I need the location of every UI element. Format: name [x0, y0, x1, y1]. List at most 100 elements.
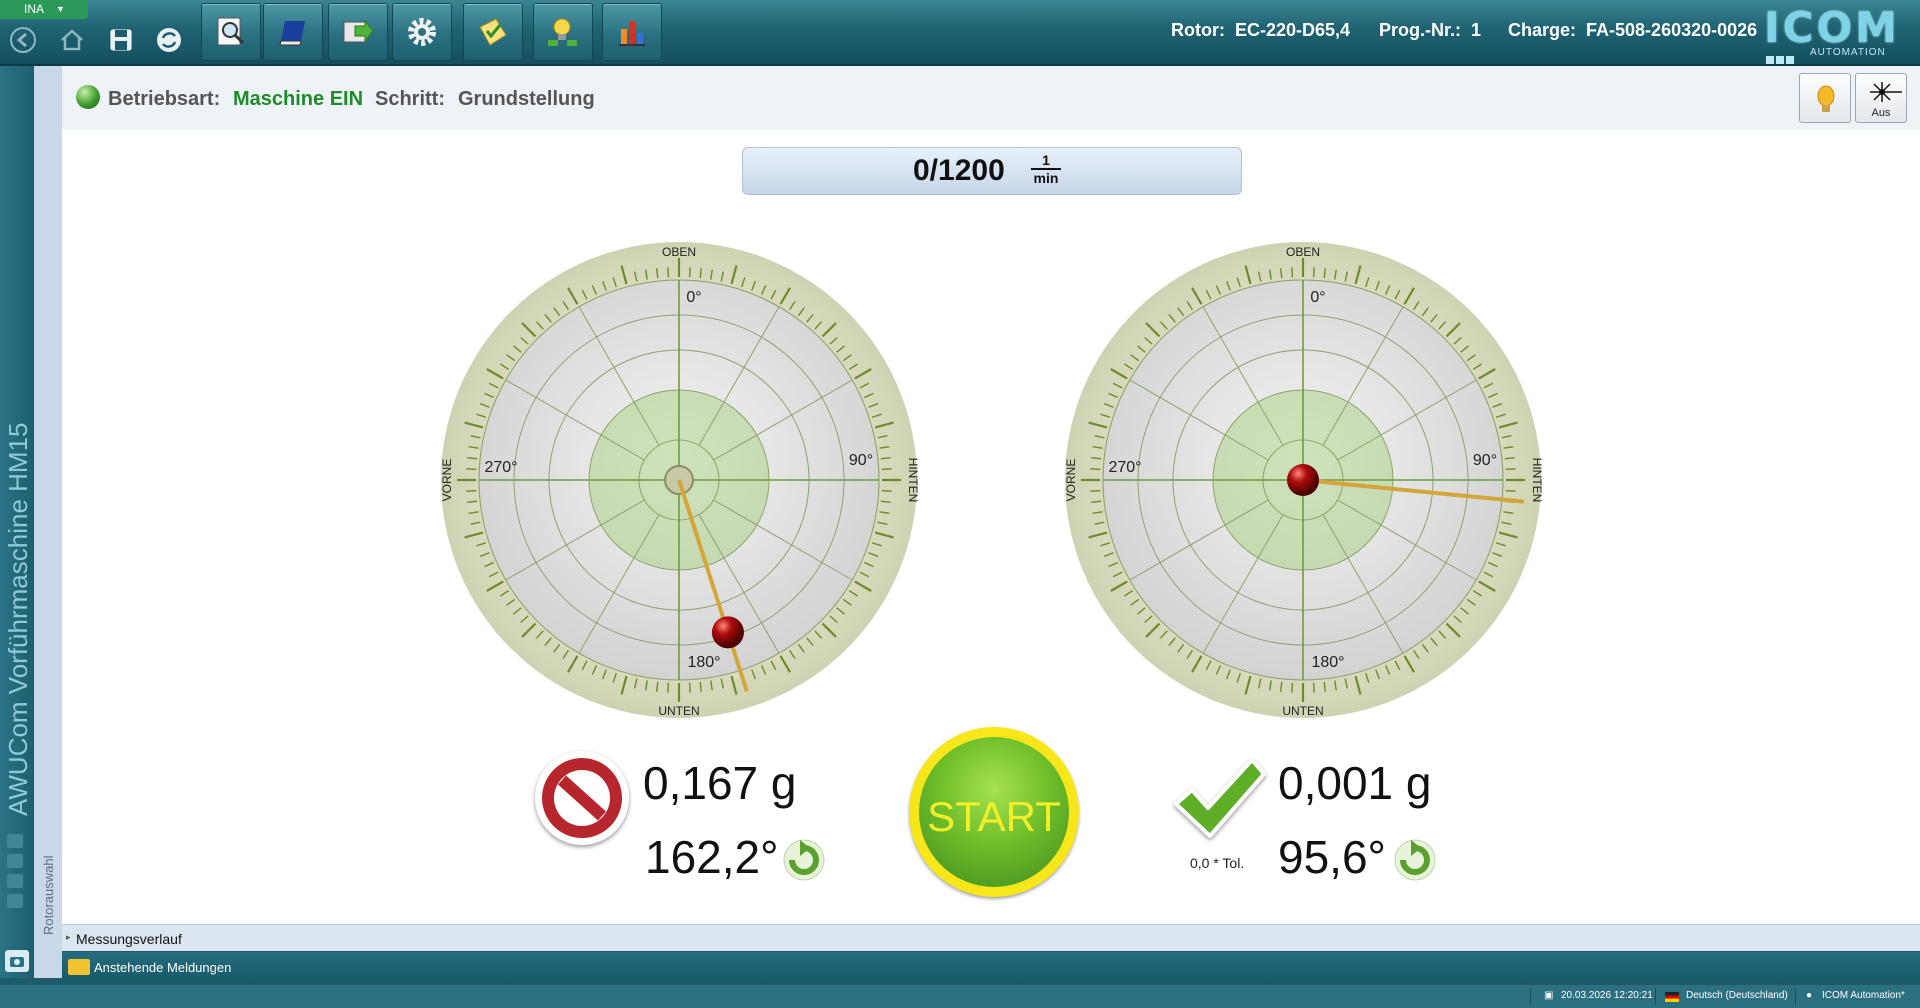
dial-tick	[466, 489, 477, 492]
manual-button[interactable]	[263, 3, 323, 61]
top-toolbar: INA ▼ Rotor: EC-220-D65,4 Prog.-Nr.: 1 C…	[0, 0, 1920, 66]
right-mass-value: 0,001 g	[1278, 757, 1432, 809]
program-info: Prog.-Nr.: 1	[1379, 20, 1481, 41]
unbalance-dial-right: OBEN UNTEN VORNE HINTEN 0° 90° 180° 270°	[1064, 242, 1543, 718]
camera-icon	[10, 957, 24, 967]
back-button[interactable]	[6, 23, 40, 57]
status-taskbar: ▣ 20.03.2026 12:20:21 Deutsch (Deutschla…	[0, 985, 1920, 1008]
label-0deg: 0°	[1310, 289, 1325, 306]
right-angle-value: 95,6°	[1278, 831, 1386, 883]
rotor-info: Rotor: EC-220-D65,4	[1171, 20, 1350, 41]
dial-tick	[466, 468, 477, 471]
logo-text: ICOM	[1764, 3, 1900, 52]
settings-gear-icon	[408, 18, 436, 46]
dial-tick	[1312, 267, 1315, 278]
sidebar-icon-a[interactable]	[7, 834, 23, 848]
chevron-down-icon: ▼	[56, 4, 65, 14]
label-bottom: UNTEN	[658, 704, 699, 718]
logged-in-user[interactable]: ICOM Automation*	[1822, 990, 1905, 1001]
dial-tick	[1312, 682, 1315, 693]
dial-tick	[688, 682, 691, 693]
sync-button[interactable]	[152, 23, 186, 57]
charge-label: Charge:	[1508, 20, 1577, 40]
measurement-history-label: Messungsverlauf	[76, 931, 182, 947]
laser-icon	[1870, 82, 1902, 102]
lightbulb-icon	[1817, 85, 1835, 112]
status-led-icon	[76, 85, 100, 109]
dial-tick	[1291, 682, 1294, 693]
mode-label: Betriebsart:	[108, 88, 221, 110]
step-label: Schritt:	[375, 88, 445, 110]
dial-tick	[1505, 489, 1516, 492]
light-button[interactable]	[1799, 73, 1851, 123]
dial-tick	[1505, 468, 1516, 471]
step-value: Grundstellung	[458, 88, 595, 110]
rotor-selection-tab[interactable]	[34, 66, 62, 978]
label-right: HINTEN	[906, 458, 919, 503]
label-270deg: 270°	[484, 459, 517, 476]
home-icon	[61, 29, 83, 51]
main-panel: Betriebsart: Maschine EIN Schritt: Grund…	[62, 66, 1920, 924]
status-bar: Betriebsart: Maschine EIN Schritt: Grund…	[62, 66, 1920, 130]
unbalance-marker	[1287, 464, 1319, 496]
dial-tick	[1291, 267, 1294, 278]
search-report-icon	[217, 17, 245, 46]
home-button[interactable]	[55, 23, 89, 57]
settings-button[interactable]	[392, 3, 452, 61]
tolerance-note: 0,0 * Tol.	[1190, 855, 1245, 871]
user-name: INA	[24, 2, 45, 16]
options-button[interactable]	[533, 3, 593, 61]
measurement-history-panel[interactable]: ▸ Messungsverlauf	[62, 924, 1920, 951]
report-search-button[interactable]	[201, 3, 261, 61]
save-button[interactable]	[104, 23, 138, 57]
notes-button[interactable]	[463, 3, 523, 61]
label-top: OBEN	[662, 245, 696, 259]
dial-tick	[667, 682, 670, 693]
label-180deg: 180°	[687, 654, 720, 671]
export-button[interactable]	[328, 3, 388, 61]
notes-icon	[479, 18, 507, 46]
rotor-value: EC-220-D65,4	[1235, 20, 1351, 40]
label-0deg: 0°	[686, 289, 701, 306]
sidebar-icon-c[interactable]	[7, 874, 23, 888]
right-rotate-icon[interactable]	[1391, 836, 1439, 884]
user-dropdown[interactable]: INA ▼	[0, 0, 88, 19]
fail-icon	[535, 751, 629, 845]
label-270deg: 270°	[1108, 459, 1141, 476]
back-icon	[10, 27, 36, 53]
left-rotate-icon[interactable]	[780, 836, 828, 884]
dial-tick	[1090, 489, 1101, 492]
sync-icon	[157, 28, 181, 52]
sidebar-icon-d[interactable]	[7, 894, 23, 908]
dial-tick	[881, 489, 892, 492]
mode-value: Maschine EIN	[233, 88, 364, 110]
save-icon	[110, 29, 132, 51]
calendar-icon: ▣	[1544, 990, 1554, 1001]
start-label: START	[927, 793, 1061, 840]
start-button-face: START	[919, 737, 1069, 887]
charge-value: FA-508-260320-0026	[1586, 20, 1758, 40]
speed-value: 0/1200	[913, 154, 1005, 187]
pending-messages-panel[interactable]: Anstehende Meldungen	[62, 952, 1920, 983]
sidebar-icon-b[interactable]	[7, 854, 23, 868]
camera-button[interactable]	[5, 950, 29, 972]
start-button[interactable]: START	[909, 727, 1079, 897]
chart-icon	[619, 21, 645, 46]
statistics-button[interactable]	[602, 3, 662, 61]
laser-button[interactable]: Aus	[1855, 73, 1907, 123]
language[interactable]: Deutsch (Deutschland)	[1686, 990, 1788, 1001]
prog-value: 1	[1471, 20, 1482, 40]
label-top: OBEN	[1286, 245, 1320, 259]
prog-label: Prog.-Nr.:	[1379, 20, 1462, 40]
charge-info: Charge: FA-508-260320-0026	[1508, 20, 1757, 41]
book-icon	[279, 21, 305, 46]
machine-title-text: AWUCom Vorführmaschine HM15	[3, 422, 33, 817]
logo-subtitle: AUTOMATION	[1810, 47, 1886, 58]
left-mass-value: 0,167 g	[643, 757, 797, 809]
pending-messages-label: Anstehende Meldungen	[94, 960, 232, 975]
dial-tick	[667, 267, 670, 278]
speed-unit: 1 min	[1031, 153, 1061, 187]
dial-tick	[688, 267, 691, 278]
sidebar-icons	[7, 828, 27, 914]
unbalance-dial-left: OBEN UNTEN VORNE HINTEN 0° 90° 180° 270°	[440, 242, 919, 718]
